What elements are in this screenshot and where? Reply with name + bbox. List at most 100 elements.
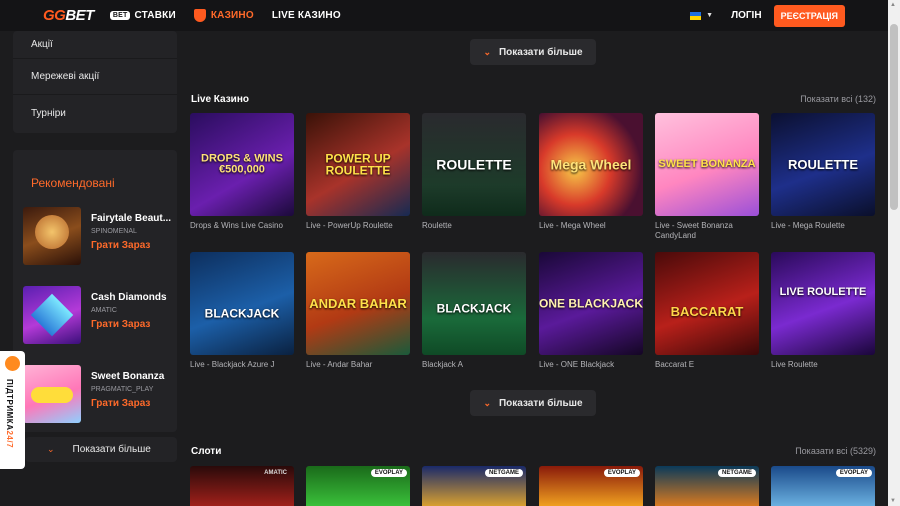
game-card[interactable]: BLACKJACK Live - Blackjack Azure J	[190, 252, 294, 370]
game-thumbnail[interactable]: BLACKJACK	[422, 252, 526, 355]
game-caption: Live Roulette	[771, 360, 818, 369]
provider-tag: EVOPLAY	[370, 469, 407, 477]
scrollbar-thumb[interactable]	[890, 24, 898, 210]
scroll-down-icon[interactable]: ▼	[890, 498, 896, 504]
slot-card[interactable]: AMATIC	[190, 466, 294, 506]
scroll-up-icon[interactable]: ▲	[890, 2, 896, 8]
game-thumbnail[interactable]: LIVE ROULETTE	[771, 252, 875, 355]
game-name: Fairytale Beaut...	[91, 213, 172, 224]
game-art-text: BLACKJACK	[436, 301, 512, 316]
game-thumbnail[interactable]: POWER UP ROULETTE	[306, 113, 410, 216]
game-art-text: SWEET BONANZA	[658, 157, 756, 170]
ukraine-flag-icon[interactable]	[690, 11, 702, 20]
game-provider: SPINOMENAL	[91, 228, 137, 235]
sidebar-show-more-button[interactable]: ⌄ Показати більше	[25, 437, 177, 462]
game-card[interactable]: DROPS & WINS €500,000 Drops & Wins Live …	[190, 113, 294, 231]
game-card[interactable]: BLACKJACK Blackjack A	[422, 252, 526, 370]
live-show-all-link[interactable]: Показати всі (132)	[800, 94, 876, 104]
game-thumbnail[interactable]	[23, 365, 81, 423]
slots-title: Слоти	[191, 446, 222, 457]
game-art-text: BACCARAT	[670, 303, 744, 319]
game-thumbnail[interactable]: ONE BLACKJACK	[539, 252, 643, 355]
game-art-text: ROULETTE	[436, 156, 512, 173]
support-label: ПІДТРИМКА24/7	[5, 379, 14, 449]
show-more-top-button[interactable]: ⌄ Показати більше	[470, 39, 596, 65]
provider-tag: EVOPLAY	[603, 469, 640, 477]
show-more-live-button[interactable]: ⌄ Показати більше	[470, 390, 596, 416]
chevron-down-icon[interactable]: ▼	[706, 12, 713, 19]
game-caption: Roulette	[422, 221, 452, 230]
nav-sports-label: СТАВКИ	[134, 10, 176, 21]
game-art-text: LIVE ROULETTE	[779, 286, 867, 299]
game-caption: Drops & Wins Live Casino	[190, 221, 283, 230]
game-card[interactable]: POWER UP ROULETTE Live - PowerUp Roulett…	[306, 113, 410, 231]
game-card[interactable]: ROULETTE Roulette	[422, 113, 526, 231]
nav-sports[interactable]: BET СТАВКИ	[109, 10, 176, 21]
game-card[interactable]: BACCARAT Baccarat E	[655, 252, 759, 370]
register-button[interactable]: РЕЄСТРАЦІЯ	[773, 4, 845, 27]
game-thumbnail[interactable]	[23, 286, 81, 344]
game-thumbnail[interactable]	[23, 207, 81, 265]
sidebar-item-tournaments[interactable]: Турніри	[13, 95, 177, 131]
game-caption: Live - Andar Bahar	[306, 360, 373, 369]
game-art-text: DROPS & WINS €500,000	[201, 151, 283, 176]
provider-tag: EVOPLAY	[835, 469, 872, 477]
play-now-link[interactable]: Грати Зараз	[91, 240, 150, 251]
game-caption: Live - Mega Wheel	[539, 221, 606, 230]
provider-tag: NETGAME	[718, 469, 756, 477]
show-more-live-label: Показати більше	[498, 397, 583, 409]
game-card[interactable]: Mega Wheel Live - Mega Wheel	[539, 113, 643, 231]
sidebar-item-promos[interactable]: Акції	[13, 31, 177, 59]
recommended-item[interactable]: Fairytale Beaut... SPINOMENAL Грати Зара…	[23, 207, 173, 267]
game-thumbnail[interactable]: ROULETTE	[771, 113, 875, 216]
nav-casino[interactable]: КАЗИНО	[193, 9, 254, 22]
game-card[interactable]: ONE BLACKJACK Live - ONE Blackjack	[539, 252, 643, 370]
slot-card[interactable]: EVOPLAY	[539, 466, 643, 506]
chat-icon	[5, 356, 20, 371]
game-card[interactable]: SWEET BONANZA Live - Sweet Bonanza Candy…	[655, 113, 759, 240]
game-provider: AMATIC	[91, 307, 117, 314]
game-thumbnail[interactable]: ROULETTE	[422, 113, 526, 216]
game-thumbnail[interactable]: DROPS & WINS €500,000	[190, 113, 294, 216]
game-card[interactable]: LIVE ROULETTE Live Roulette	[771, 252, 875, 370]
game-art-text: ROULETTE	[787, 156, 859, 172]
slot-card[interactable]: NETGAME	[422, 466, 526, 506]
show-more-top-label: Показати більше	[498, 46, 583, 58]
recommended-item[interactable]: Cash Diamonds AMATIC Грати Зараз	[23, 286, 173, 346]
game-thumbnail[interactable]: BLACKJACK	[190, 252, 294, 355]
logo[interactable]: GGBET	[43, 7, 94, 24]
game-thumbnail[interactable]: Mega Wheel	[539, 113, 643, 216]
game-thumbnail[interactable]: SWEET BONANZA	[655, 113, 759, 216]
game-caption: Live - Sweet Bonanza CandyLand	[655, 221, 733, 240]
game-caption: Baccarat E	[655, 360, 695, 369]
chevron-double-down-icon: ⌄	[483, 397, 491, 408]
slots-show-all-link[interactable]: Показати всі (5329)	[795, 446, 876, 456]
slot-card[interactable]: NETGAME	[655, 466, 759, 506]
game-thumbnail[interactable]: BACCARAT	[655, 252, 759, 355]
provider-tag: NETGAME	[485, 469, 523, 477]
play-now-link[interactable]: Грати Зараз	[91, 398, 150, 409]
slot-card[interactable]: EVOPLAY	[306, 466, 410, 506]
nav-live-casino[interactable]: LIVE КАЗИНО	[272, 10, 341, 21]
sidebar-item-network-promos[interactable]: Мережеві акції	[13, 59, 177, 95]
sidebar-show-more-label: Показати більше	[72, 444, 151, 455]
recommended-item[interactable]: Sweet Bonanza PRAGMATIC_PLAY Грати Зараз	[23, 365, 173, 425]
page-scrollbar[interactable]: ▲ ▼	[888, 0, 900, 506]
game-art-text: BLACKJACK	[204, 306, 280, 321]
game-caption: Live - Mega Roulette	[771, 221, 845, 230]
play-now-link[interactable]: Грати Зараз	[91, 319, 150, 330]
slot-card[interactable]: EVOPLAY	[771, 466, 875, 506]
support-tab[interactable]: ПІДТРИМКА24/7	[0, 351, 25, 469]
game-provider: PRAGMATIC_PLAY	[91, 386, 154, 393]
game-art-text: Mega Wheel	[550, 156, 632, 173]
login-button[interactable]: ЛОГІН	[731, 10, 761, 21]
game-card[interactable]: ROULETTE Live - Mega Roulette	[771, 113, 875, 231]
promo-menu: Акції Мережеві акції Турніри	[13, 31, 177, 133]
game-caption: Live - PowerUp Roulette	[306, 221, 393, 230]
bet-badge-icon: BET	[109, 11, 131, 20]
game-thumbnail[interactable]: ANDAR BAHAR	[306, 252, 410, 355]
game-card[interactable]: ANDAR BAHAR Live - Andar Bahar	[306, 252, 410, 370]
game-caption: Live - Blackjack Azure J	[190, 360, 275, 369]
chevron-double-down-icon: ⌄	[47, 444, 55, 454]
recommended-title: Рекомендовані	[31, 176, 115, 190]
